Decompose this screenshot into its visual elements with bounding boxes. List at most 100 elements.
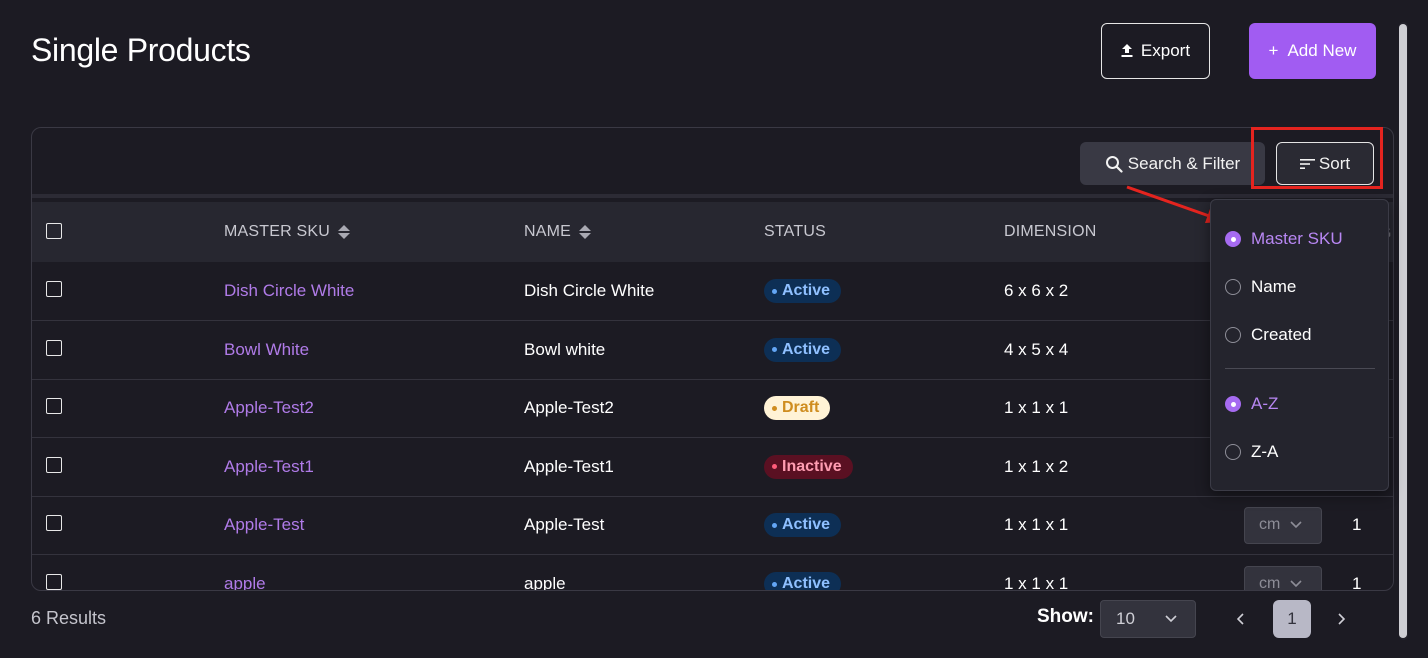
export-label: Export <box>1140 41 1191 60</box>
row-checkbox[interactable] <box>46 574 62 590</box>
status-badge: Active <box>764 572 842 590</box>
dimension-value: 4 x 5 x 4 <box>1004 339 1069 359</box>
radio-icon[interactable] <box>1225 444 1241 460</box>
page-scrollbar-thumb[interactable] <box>1399 24 1407 638</box>
status-dot-icon <box>772 405 777 411</box>
products-card: Search & Filter Sort MASTER SKU NAME STA… <box>31 127 1394 591</box>
master-sku-link[interactable]: Dish Circle White <box>224 262 354 320</box>
status-badge: Active <box>764 279 842 303</box>
sort-arrows-icon <box>338 225 351 239</box>
row-checkbox[interactable] <box>46 339 62 356</box>
sort-order-z-a[interactable]: Z-A <box>1225 439 1278 465</box>
page-size-select[interactable]: 10 <box>1100 600 1196 638</box>
dimension-value: 1 x 1 x 1 <box>1004 574 1069 591</box>
product-name: Apple-Test1 <box>524 456 614 476</box>
table-row[interactable]: Apple-Test1 Apple-Test1 Inactive 1 x 1 x… <box>32 438 1393 497</box>
card-toolbar: Search & Filter Sort <box>32 128 1393 198</box>
status-dot-icon <box>772 347 777 353</box>
radio-selected-icon[interactable] <box>1225 231 1241 247</box>
column-header-name[interactable]: NAME <box>524 202 592 262</box>
master-sku-link[interactable]: apple <box>224 555 266 590</box>
row-checkbox[interactable] <box>46 281 62 297</box>
column-header-status: STATUS <box>764 223 826 240</box>
product-name: Apple-Test2 <box>524 398 614 418</box>
master-sku-link[interactable]: Bowl White <box>224 321 309 379</box>
sort-arrows-icon <box>579 225 592 239</box>
previous-page-button[interactable] <box>1222 600 1260 638</box>
sort-label: Sort <box>1318 153 1351 173</box>
chevron-down-icon <box>1290 580 1302 588</box>
select-all-checkbox[interactable] <box>46 223 62 239</box>
sort-button[interactable]: Sort <box>1276 142 1374 185</box>
unit-select[interactable]: cm <box>1244 565 1322 590</box>
add-new-label: Add New <box>1287 41 1357 60</box>
table-row[interactable]: Dish Circle White Dish Circle White Acti… <box>32 262 1393 321</box>
chevron-right-icon <box>1338 613 1346 625</box>
page-1-button[interactable]: 1 <box>1273 600 1311 638</box>
status-dot-icon <box>772 581 777 587</box>
dimension-value: 1 x 1 x 2 <box>1004 456 1069 476</box>
show-label: Show: <box>1037 606 1094 627</box>
column-header-master-sku[interactable]: MASTER SKU <box>224 202 351 262</box>
status-badge: Inactive <box>764 454 853 479</box>
next-page-button[interactable] <box>1323 600 1361 638</box>
product-name: Apple-Test <box>524 515 605 535</box>
master-sku-link[interactable]: Apple-Test2 <box>224 379 314 437</box>
sort-lines-icon <box>1299 158 1315 169</box>
chevron-down-icon <box>1165 615 1177 623</box>
product-name: Dish Circle White <box>524 281 655 300</box>
status-cell: Draft <box>764 379 831 437</box>
unit-select[interactable]: cm <box>1244 506 1322 544</box>
master-sku-link[interactable]: Apple-Test1 <box>224 438 314 496</box>
table-row[interactable]: Apple-Test2 Apple-Test2 Draft 1 x 1 x 1 <box>32 379 1393 439</box>
status-cell: Active <box>764 555 842 590</box>
sort-option-master-sku[interactable]: Master SKU <box>1225 226 1343 252</box>
table-row[interactable]: Apple-Test Apple-Test Active 1 x 1 x 1 c… <box>32 496 1393 556</box>
plus-icon: + <box>1268 41 1279 60</box>
dimension-value: 6 x 6 x 2 <box>1004 281 1069 300</box>
product-name: apple <box>524 574 566 591</box>
add-new-button[interactable]: + Add New <box>1249 23 1376 79</box>
status-dot-icon <box>772 522 777 528</box>
status-badge: Active <box>764 513 842 538</box>
sort-option-name[interactable]: Name <box>1225 274 1296 300</box>
status-cell: Active <box>764 262 842 320</box>
quantity-value: 1 <box>1352 515 1362 535</box>
table-row[interactable]: Bowl White Bowl white Active 4 x 5 x 4 <box>32 321 1393 380</box>
results-count: 6 Results <box>31 608 107 628</box>
unit-cell: cm <box>1244 555 1322 590</box>
radio-icon[interactable] <box>1225 327 1241 343</box>
quantity-value: 1 <box>1352 574 1362 591</box>
status-cell: Inactive <box>764 438 853 496</box>
export-button[interactable]: Export <box>1101 23 1210 79</box>
master-sku-link[interactable]: Apple-Test <box>224 496 304 554</box>
status-cell: Active <box>764 496 842 554</box>
status-cell: Active <box>764 321 842 379</box>
row-checkbox[interactable] <box>46 398 62 415</box>
search-filter-label: Search & Filter <box>1127 153 1241 173</box>
status-dot-icon <box>772 288 777 294</box>
radio-selected-icon[interactable] <box>1225 396 1241 412</box>
sort-option-created[interactable]: Created <box>1225 322 1311 348</box>
status-badge: Draft <box>764 396 831 421</box>
row-checkbox[interactable] <box>46 456 62 473</box>
column-header-dimension: DIMENSION <box>1004 223 1097 240</box>
radio-icon[interactable] <box>1225 279 1241 295</box>
upload-icon <box>1121 44 1133 57</box>
menu-divider <box>1225 368 1375 369</box>
status-dot-icon <box>772 464 777 470</box>
search-filter-button[interactable]: Search & Filter <box>1080 142 1265 185</box>
search-icon <box>1105 155 1123 173</box>
chevron-left-icon <box>1237 613 1244 625</box>
chevron-down-icon <box>1290 521 1302 529</box>
status-badge: Active <box>764 337 842 362</box>
table-header: MASTER SKU NAME STATUS DIMENSION <box>32 202 1393 262</box>
table-row[interactable]: apple apple Active 1 x 1 x 1 cm 1 <box>32 555 1393 591</box>
sort-order-a-z[interactable]: A-Z <box>1225 391 1278 417</box>
page-title: Single Products <box>31 32 251 68</box>
dimension-value: 1 x 1 x 1 <box>1004 398 1069 418</box>
product-name: Bowl white <box>524 339 606 359</box>
sort-dropdown-menu: Master SKU Name Created A-Z Z-A <box>1210 199 1389 491</box>
dimension-value: 1 x 1 x 1 <box>1004 515 1069 535</box>
row-checkbox[interactable] <box>46 515 62 532</box>
